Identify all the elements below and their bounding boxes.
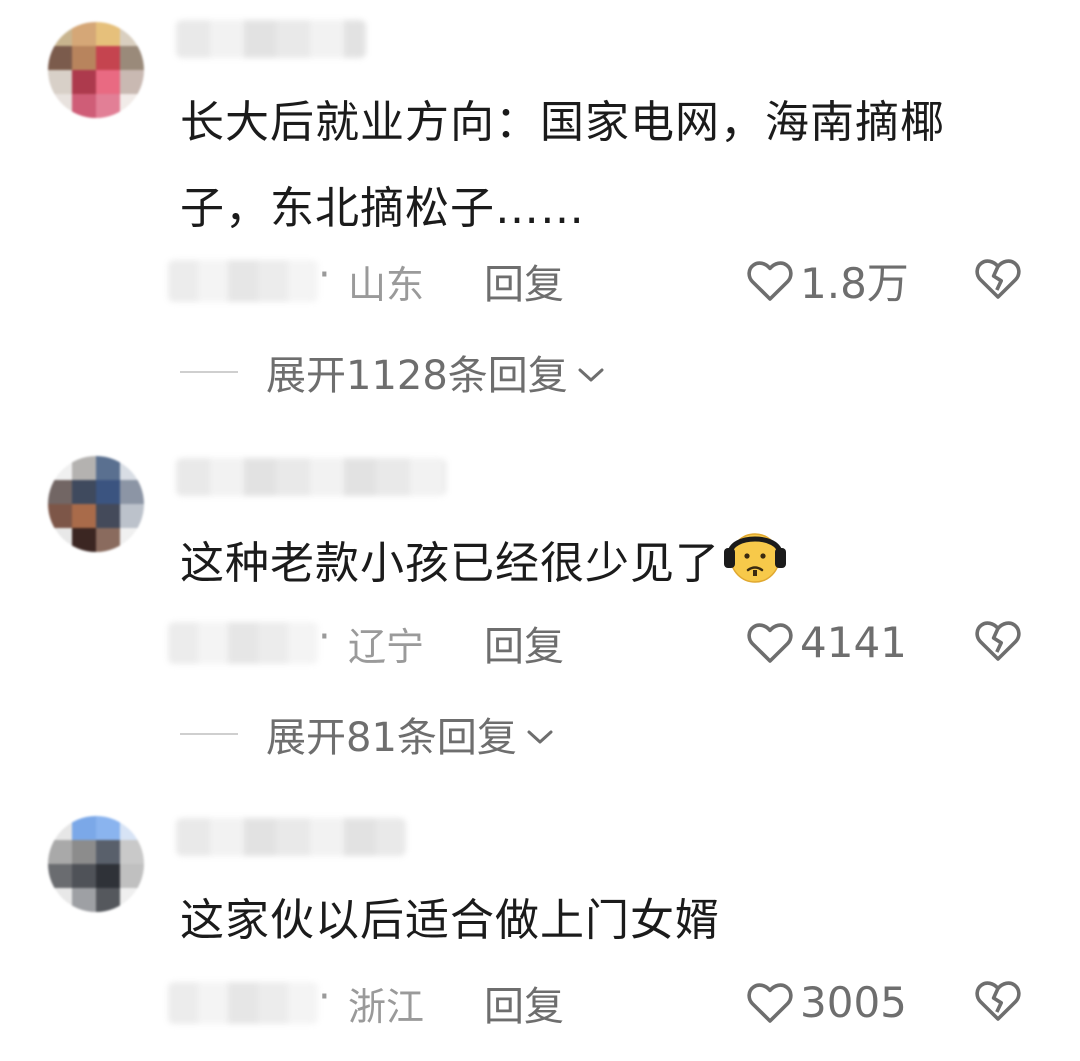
avatar[interactable] bbox=[48, 456, 144, 552]
comment-meta: · 浙江 回复 3005 bbox=[168, 972, 1048, 1032]
like-count: 3005 bbox=[800, 977, 907, 1027]
avatar-pixel bbox=[120, 816, 144, 840]
avatar-pixel bbox=[72, 70, 96, 94]
avatar-pixel bbox=[120, 888, 144, 912]
avatar-pixel bbox=[120, 70, 144, 94]
avatar-pixel bbox=[72, 816, 96, 840]
avatar-pixel bbox=[120, 864, 144, 888]
expand-replies-button[interactable]: 展开81条回复 bbox=[180, 704, 555, 764]
avatar-pixel bbox=[48, 46, 72, 70]
avatar-pixel bbox=[48, 888, 72, 912]
avatar-pixel bbox=[96, 70, 120, 94]
location-label: 辽宁 bbox=[348, 625, 425, 669]
comment-meta: · 辽宁 回复 4141 bbox=[168, 612, 1048, 672]
location-label: 山东 bbox=[348, 263, 425, 307]
comment-meta: · 山东 回复 1.8万 bbox=[168, 250, 1048, 310]
dislike-button[interactable] bbox=[974, 978, 1022, 1026]
avatar-pixel bbox=[48, 456, 72, 480]
avatar-pixel bbox=[96, 22, 120, 46]
chevron-down-icon bbox=[578, 368, 604, 382]
avatar-pixel bbox=[96, 46, 120, 70]
avatar-pixel bbox=[120, 480, 144, 504]
avatar-pixel bbox=[48, 480, 72, 504]
avatar-pixel bbox=[72, 528, 96, 552]
avatar-pixel bbox=[96, 480, 120, 504]
timestamp-redacted bbox=[168, 982, 318, 1024]
meta-separator: · bbox=[318, 252, 331, 298]
comment-text: 这家伙以后适合做上门女婿 bbox=[180, 895, 720, 946]
username-redacted bbox=[176, 20, 366, 58]
avatar-pixel bbox=[72, 840, 96, 864]
avatar-pixel bbox=[96, 816, 120, 840]
username-redacted bbox=[176, 818, 406, 856]
avatar-pixel bbox=[48, 816, 72, 840]
avatar-pixel bbox=[96, 456, 120, 480]
like-count: 1.8万 bbox=[800, 258, 909, 308]
avatar-pixel bbox=[48, 528, 72, 552]
reply-button[interactable]: 回复 bbox=[484, 252, 564, 310]
comment-text: 这种老款小孩已经很少见了 bbox=[180, 520, 1020, 607]
avatar-pixel bbox=[48, 22, 72, 46]
timestamp-redacted bbox=[168, 622, 318, 664]
avatar-pixel bbox=[72, 22, 96, 46]
avatar[interactable] bbox=[48, 22, 144, 118]
avatar-pixel bbox=[72, 864, 96, 888]
avatar-pixel bbox=[48, 94, 72, 118]
expand-divider bbox=[180, 733, 238, 735]
avatar-pixel bbox=[120, 504, 144, 528]
avatar-pixel bbox=[120, 456, 144, 480]
avatar-pixel bbox=[120, 528, 144, 552]
avatar-pixel bbox=[72, 504, 96, 528]
expand-replies-button[interactable]: 展开1128条回复 bbox=[180, 342, 606, 402]
expand-replies-label: 展开1128条回复 bbox=[266, 353, 568, 399]
location-label: 浙江 bbox=[348, 985, 425, 1029]
broken-heart-icon bbox=[975, 621, 1021, 661]
like-button[interactable]: 3005 bbox=[746, 972, 907, 1032]
heart-outline-icon bbox=[747, 261, 793, 301]
dislike-button[interactable] bbox=[974, 618, 1022, 666]
avatar-pixel bbox=[120, 22, 144, 46]
like-button[interactable]: 4141 bbox=[746, 612, 907, 672]
avatar-pixel bbox=[120, 840, 144, 864]
expand-divider bbox=[180, 371, 238, 373]
avatar-pixel bbox=[72, 46, 96, 70]
avatar-pixel bbox=[48, 864, 72, 888]
avatar-pixel bbox=[72, 480, 96, 504]
username-redacted bbox=[176, 458, 446, 496]
expand-replies-label: 展开81条回复 bbox=[266, 715, 517, 761]
chevron-down-icon bbox=[527, 730, 553, 744]
comment-text-content: 这种老款小孩已经很少见了 bbox=[180, 538, 720, 589]
meta-separator: · bbox=[318, 614, 331, 660]
timestamp-redacted bbox=[168, 260, 318, 302]
like-count: 4141 bbox=[800, 617, 907, 667]
avatar-pixel bbox=[72, 94, 96, 118]
avatar-pixel bbox=[96, 504, 120, 528]
headphones-frown-emoji bbox=[720, 520, 790, 590]
avatar-pixel bbox=[96, 888, 120, 912]
reply-button[interactable]: 回复 bbox=[484, 974, 564, 1032]
avatar-pixel bbox=[96, 94, 120, 118]
avatar-pixel bbox=[48, 840, 72, 864]
comment-text: 长大后就业方向：国家电网，海南摘椰子，东北摘松子…… bbox=[180, 97, 945, 234]
like-button[interactable]: 1.8万 bbox=[746, 250, 909, 310]
avatar-pixel bbox=[72, 456, 96, 480]
avatar-pixel bbox=[48, 70, 72, 94]
avatar[interactable] bbox=[48, 816, 144, 912]
reply-button[interactable]: 回复 bbox=[484, 614, 564, 672]
heart-outline-icon bbox=[747, 983, 793, 1023]
avatar-pixel bbox=[96, 840, 120, 864]
broken-heart-icon bbox=[975, 981, 1021, 1021]
avatar-pixel bbox=[96, 864, 120, 888]
avatar-pixel bbox=[48, 504, 72, 528]
avatar-pixel bbox=[120, 46, 144, 70]
heart-outline-icon bbox=[747, 623, 793, 663]
avatar-pixel bbox=[72, 888, 96, 912]
dislike-button[interactable] bbox=[974, 256, 1022, 304]
meta-separator: · bbox=[318, 974, 331, 1020]
broken-heart-icon bbox=[975, 259, 1021, 299]
avatar-pixel bbox=[96, 528, 120, 552]
avatar-pixel bbox=[120, 94, 144, 118]
